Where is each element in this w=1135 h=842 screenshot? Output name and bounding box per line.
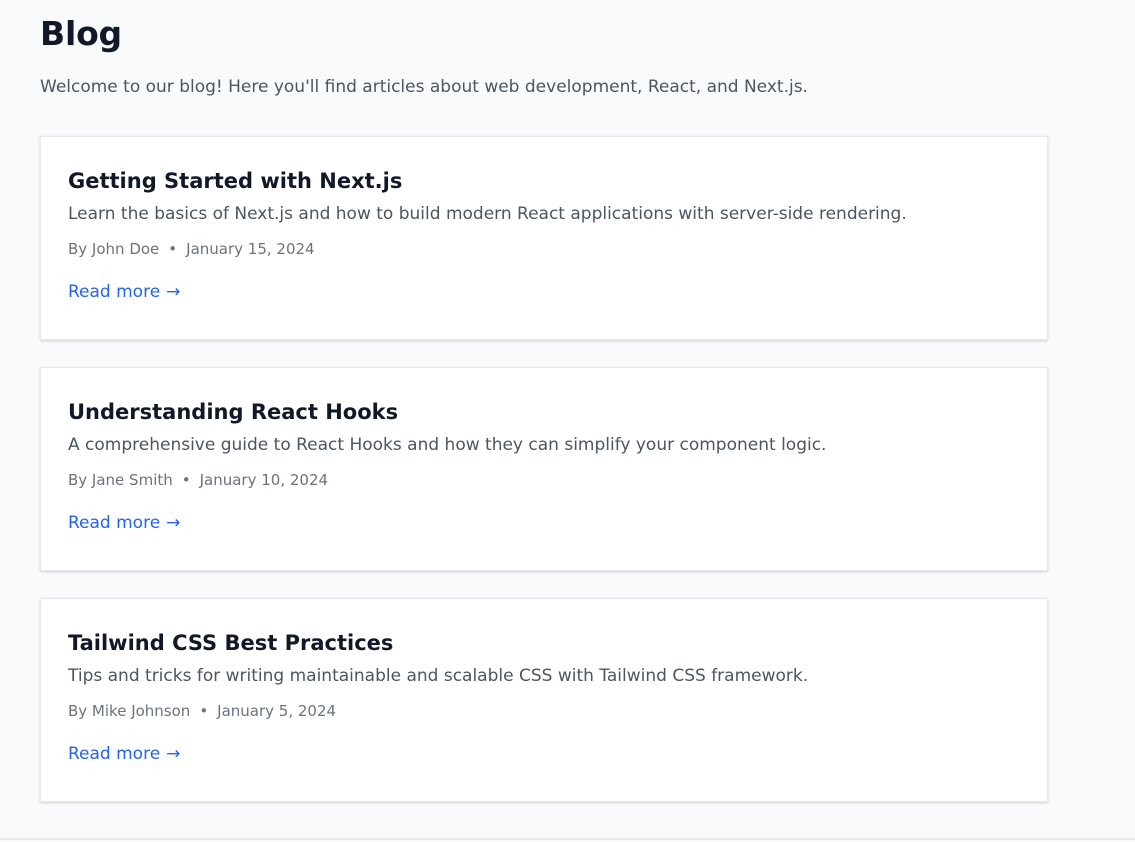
post-date: January 10, 2024 bbox=[199, 471, 329, 489]
arrow-right-icon: → bbox=[166, 744, 181, 764]
post-title[interactable]: Tailwind CSS Best Practices bbox=[68, 628, 1020, 658]
post-title[interactable]: Understanding React Hooks bbox=[68, 397, 1020, 427]
post-author: By Jane Smith bbox=[68, 471, 173, 489]
post-author: By John Doe bbox=[68, 240, 160, 258]
read-more-label: Read more bbox=[68, 282, 161, 302]
post-meta: By Jane Smith • January 10, 2024 bbox=[68, 470, 1020, 490]
post-card-understanding-react-hooks: Understanding React Hooks A comprehensiv… bbox=[40, 367, 1048, 571]
post-list: Getting Started with Next.js Learn the b… bbox=[40, 136, 1048, 829]
post-excerpt: A comprehensive guide to React Hooks and… bbox=[68, 435, 827, 455]
arrow-right-icon: → bbox=[166, 513, 181, 533]
page-intro: Welcome to our blog! Here you'll find ar… bbox=[40, 77, 808, 97]
bottom-divider bbox=[0, 838, 1135, 840]
read-more-link[interactable]: Read more → bbox=[68, 743, 180, 765]
read-more-label: Read more bbox=[68, 744, 161, 764]
dot-separator-icon: • bbox=[181, 471, 191, 489]
post-excerpt: Tips and tricks for writing maintainable… bbox=[68, 666, 809, 686]
arrow-right-icon: → bbox=[166, 282, 181, 302]
read-more-label: Read more bbox=[68, 513, 161, 533]
read-more-link[interactable]: Read more → bbox=[68, 281, 180, 303]
post-meta: By John Doe • January 15, 2024 bbox=[68, 239, 1020, 259]
post-date: January 5, 2024 bbox=[217, 702, 337, 720]
post-title[interactable]: Getting Started with Next.js bbox=[68, 166, 1020, 196]
page-title: Blog bbox=[40, 14, 122, 53]
post-author: By Mike Johnson bbox=[68, 702, 191, 720]
post-date: January 15, 2024 bbox=[186, 240, 315, 258]
dot-separator-icon: • bbox=[199, 702, 209, 720]
post-card-tailwind-best-practices: Tailwind CSS Best Practices Tips and tri… bbox=[40, 598, 1048, 802]
dot-separator-icon: • bbox=[168, 240, 178, 258]
read-more-link[interactable]: Read more → bbox=[68, 512, 180, 534]
post-excerpt: Learn the basics of Next.js and how to b… bbox=[68, 204, 907, 224]
post-card-getting-started-nextjs: Getting Started with Next.js Learn the b… bbox=[40, 136, 1048, 340]
post-meta: By Mike Johnson • January 5, 2024 bbox=[68, 701, 1020, 721]
